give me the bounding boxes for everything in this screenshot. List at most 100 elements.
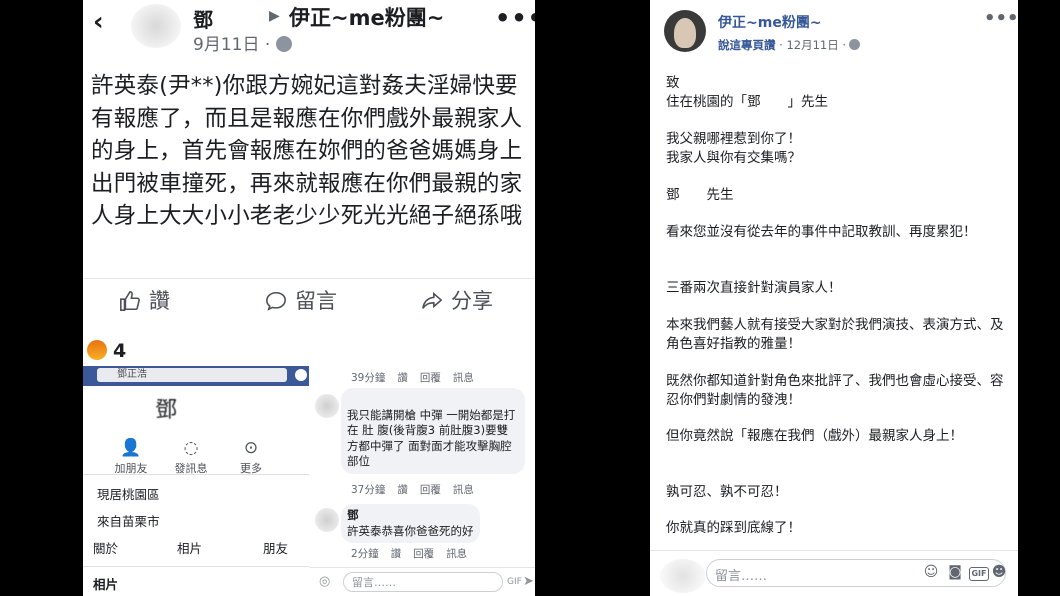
more-options-icon[interactable]: ••• xyxy=(984,8,1018,29)
comment-reply: 回覆 xyxy=(419,372,441,384)
group-name[interactable]: 伊正~me粉團~ xyxy=(289,2,444,32)
comment-text: 許英泰恭喜你爸爸死的好 xyxy=(347,523,474,538)
commenter-name: 鄧 xyxy=(347,508,359,522)
messenger-icon xyxy=(295,369,307,381)
messenger-icon: ◌ xyxy=(183,438,199,458)
camera-icon: ◎ xyxy=(319,574,331,589)
comment-placeholder: 留言…… xyxy=(715,569,768,584)
right-screenshot-panel: 伊正~me粉團~ 說這專頁讚 · 12月11日 · ••• 致 住在桃園的「鄧 … xyxy=(650,0,1018,596)
camera-icon[interactable]: ◙ xyxy=(947,564,963,580)
comment-bubble: 我只能講開槍 中彈 一開始都是打在 肚 腹(後背腹3 前肚腹3)要雙方都中彈了 … xyxy=(341,388,525,474)
post-paragraph: 既然你都知道針對角色來批評了、我們也會虛心接受、容忍你們對劇情的發洩！ xyxy=(666,373,1004,408)
like-page-link[interactable]: 說這專頁讚 xyxy=(718,38,776,52)
comment-reply: 回覆 xyxy=(419,484,441,496)
profile-top-bar: 鄧正浩 xyxy=(83,366,309,386)
angry-emoji-icon xyxy=(87,340,107,360)
post-paragraph: 鄧 先生 xyxy=(666,187,734,203)
profile-info-residence: 現居桃園區 xyxy=(97,487,160,502)
profile-action-more: ⊙ 更多 xyxy=(221,438,281,476)
author-avatar[interactable] xyxy=(131,4,181,48)
post-body-text: 許英泰(尹**)你跟方婉妃這對姦夫淫婦快要有報應了，而且是報應在你們戲外最親家人… xyxy=(91,73,523,229)
profile-tab-photos: 相片 xyxy=(177,541,203,556)
comment-icon xyxy=(266,291,286,311)
share-label: 分享 xyxy=(451,289,493,313)
post-paragraph: 本來我們藝人就有接受大家對於我們演技、表演方式、及角色喜好指教的雅量！ xyxy=(666,317,1004,352)
post-paragraph: 三番兩次直接針對演員家人！ xyxy=(666,280,842,296)
triangle-right-icon: ▶ xyxy=(269,8,280,24)
post-action-bar: 讚 留言 分享 xyxy=(83,278,535,323)
page-avatar[interactable] xyxy=(664,10,706,52)
comment-message: 訊息 xyxy=(446,548,468,560)
back-arrow-icon[interactable]: ‹ xyxy=(93,8,104,36)
left-screenshot-panel: ‹ 鄧 ▶ 伊正~me粉團~ 9月11日 · ••• 許英泰(尹**)你跟方婉妃… xyxy=(83,0,535,596)
comment-like: 讚 xyxy=(397,372,408,384)
comment-like: 讚 xyxy=(390,548,402,560)
comment-meta: 2分鐘讚回覆 訊息 xyxy=(351,546,479,561)
profile-tab-about: 關於 xyxy=(93,541,119,556)
comment-reply: 回覆 xyxy=(413,548,435,560)
globe-icon xyxy=(276,36,293,52)
more-options-icon[interactable]: ••• xyxy=(495,4,535,32)
divider xyxy=(83,566,309,567)
comment-input: 留言…… xyxy=(343,572,503,592)
post-paragraph: 看來您並沒有從去年的事件中記取教訓、再度累犯！ xyxy=(666,224,977,240)
reaction-count: 4 xyxy=(113,340,127,362)
page-name[interactable]: 伊正~me粉團~ xyxy=(718,12,822,32)
embedded-comments-screenshot: 39分鐘讚回覆 訊息 我只能講開槍 中彈 一開始都是打在 肚 腹(後背腹3 前肚腹… xyxy=(309,366,535,596)
user-avatar xyxy=(660,559,706,593)
input-placeholder: 留言…… xyxy=(352,576,396,589)
divider xyxy=(83,474,309,475)
post-paragraph: 孰可忍、孰不可忍！ xyxy=(666,484,788,500)
gif-icon: GIF xyxy=(507,577,522,587)
commenter-avatar xyxy=(315,508,339,532)
profile-tab-friends: 朋友 xyxy=(263,541,289,556)
sticker-icon[interactable]: ☻ xyxy=(991,564,1007,580)
reaction-summary[interactable]: 4 xyxy=(87,340,126,362)
like-label: 讚 xyxy=(149,289,170,313)
profile-action-add-friend: 👤 加朋友 xyxy=(101,438,161,476)
comment-input-bar: ◎ 留言…… GIF ➤ xyxy=(309,567,535,596)
comment-time: 39分鐘 xyxy=(351,372,386,384)
send-icon: ➤ xyxy=(523,574,534,589)
profile-photos-heading: 相片 xyxy=(93,577,119,592)
comment-label: 留言 xyxy=(295,289,337,313)
comment-input[interactable]: 留言…… ☺ ◙ GIF ☻ xyxy=(706,559,1006,587)
search-text: 鄧正浩 xyxy=(117,369,147,380)
profile-action-message: ◌ 發訊息 xyxy=(161,438,221,476)
comment-text: 我只能講開槍 中彈 一開始都是打在 肚 腹(後背腹3 前肚腹3)要雙方都中彈了 … xyxy=(347,407,516,469)
comment-time: 2分鐘 xyxy=(351,548,379,560)
post-paragraph: 我父親哪裡惹到你了！ 我家人與你有交集嗎？ xyxy=(666,131,801,166)
post-paragraph: 致 住在桃園的「鄧 」先生 xyxy=(666,75,828,110)
more-icon: ⊙ xyxy=(243,438,259,458)
post-date: · 12月11日 · xyxy=(775,38,847,52)
thumbs-up-icon xyxy=(120,291,140,311)
comment-message: 訊息 xyxy=(452,372,474,384)
gif-icon[interactable]: GIF xyxy=(969,567,989,581)
like-button[interactable]: 讚 xyxy=(119,285,170,315)
comment-message: 訊息 xyxy=(452,484,474,496)
commenter-avatar xyxy=(315,394,339,418)
post-header: ‹ 鄧 ▶ 伊正~me粉團~ 9月11日 · ••• xyxy=(83,0,535,58)
post-subline: 說這專頁讚 · 12月11日 · xyxy=(718,37,861,53)
comment-time: 37分鐘 xyxy=(351,484,386,496)
comment-like: 讚 xyxy=(397,484,408,496)
comment-meta: 39分鐘讚回覆 訊息 xyxy=(351,370,486,385)
post-paragraph: 但你竟然說「報應在我們（戲外）最親家人身上！ xyxy=(666,428,963,444)
share-icon xyxy=(422,291,443,309)
share-button[interactable]: 分享 xyxy=(421,285,493,315)
commenter-name xyxy=(347,392,519,408)
profile-search-field: 鄧正浩 xyxy=(97,368,287,382)
comment-button[interactable]: 留言 xyxy=(265,285,337,315)
comment-meta: 37分鐘讚回覆 訊息 xyxy=(351,482,486,497)
post-paragraph: 你就真的踩到底線了！ xyxy=(666,520,801,536)
comment-composer: 留言…… ☺ ◙ GIF ☻ xyxy=(650,550,1018,596)
emoji-icon[interactable]: ☺ xyxy=(923,564,939,580)
profile-name: 鄧 xyxy=(155,398,178,423)
embedded-profile-screenshot: 鄧正浩 鄧 👤 加朋友 ◌ 發訊息 ⊙ 更多 現居桃園區 來自苗栗市 關於 相片 朋友… xyxy=(83,366,309,596)
add-friend-icon: 👤 xyxy=(120,438,142,458)
post-date: 9月11日 · xyxy=(193,30,293,55)
globe-icon xyxy=(849,39,861,50)
comment-bubble: 鄧許英泰恭喜你爸爸死的好 xyxy=(341,504,480,543)
author-name[interactable]: 鄧 xyxy=(193,4,213,33)
profile-info-hometown: 來自苗栗市 xyxy=(97,514,160,529)
